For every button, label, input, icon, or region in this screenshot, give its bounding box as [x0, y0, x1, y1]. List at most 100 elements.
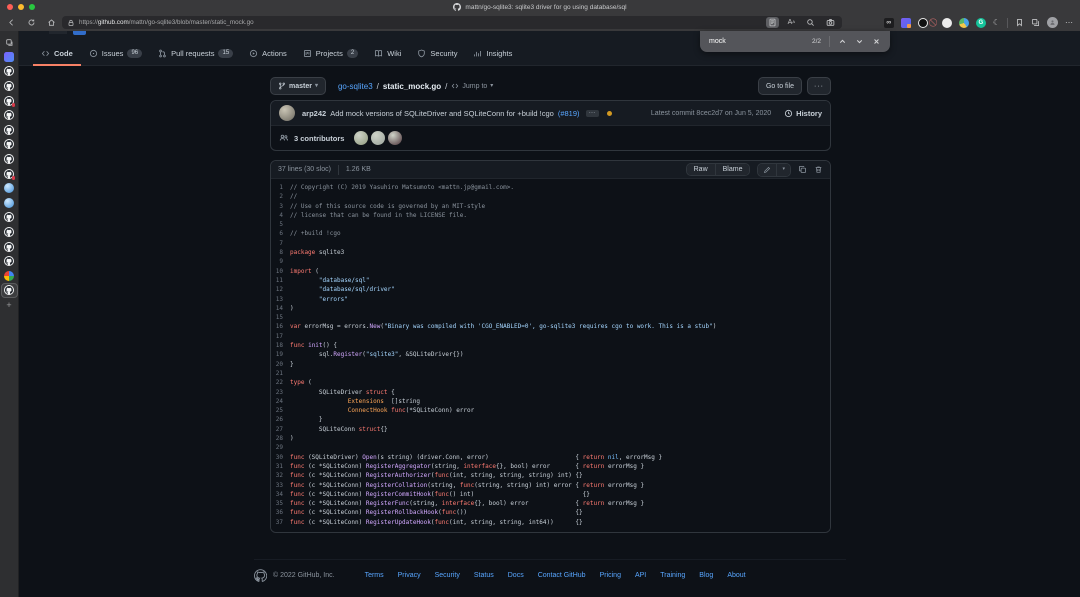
line-number[interactable]: 24 [271, 397, 290, 406]
tab-favicon-github[interactable] [1, 283, 18, 298]
line-number[interactable]: 16 [271, 322, 290, 331]
commit-message[interactable]: Add mock versions of SQLiteDriver and SQ… [330, 109, 554, 118]
find-bar[interactable]: mock 2/2 [700, 31, 890, 52]
white-circle-ext-icon[interactable] [942, 18, 952, 28]
find-previous-button[interactable] [838, 37, 847, 46]
line-number[interactable]: 23 [271, 388, 290, 397]
go-to-file-button[interactable]: Go to file [758, 77, 802, 95]
line-number[interactable]: 4 [271, 211, 290, 220]
reload-icon[interactable] [25, 17, 38, 28]
breadcrumb-repo-link[interactable]: go-sqlite3 [338, 82, 373, 91]
tab-security[interactable]: Security [409, 44, 465, 66]
copy-raw-button[interactable] [798, 165, 807, 174]
line-number[interactable]: 31 [271, 462, 290, 471]
line-number[interactable]: 7 [271, 239, 290, 248]
tab-favicon-github[interactable] [1, 152, 18, 167]
edit-pencil-button[interactable] [758, 164, 776, 176]
tab-favicon-github[interactable] [1, 210, 18, 225]
tab-favicon-purple-app[interactable] [1, 50, 18, 65]
line-number[interactable]: 15 [271, 313, 290, 322]
footer-link-blog[interactable]: Blog [699, 572, 713, 579]
line-number[interactable]: 34 [271, 490, 290, 499]
tab-favicon-blue-doc[interactable] [1, 181, 18, 196]
url-bar[interactable]: https://github.com/mattn/go-sqlite3/blob… [62, 16, 842, 29]
tab-favicon-github[interactable] [1, 137, 18, 152]
contributor-avatar[interactable] [388, 131, 402, 145]
line-number[interactable]: 13 [271, 295, 290, 304]
weather-ext-icon[interactable] [959, 18, 969, 28]
contributors-link[interactable]: 3 contributors [294, 134, 344, 143]
tab-projects[interactable]: Projects2 [295, 44, 366, 66]
tab-favicon-github[interactable] [1, 166, 18, 181]
more-options-button[interactable]: ··· [807, 77, 831, 95]
tab-favicon-github[interactable] [1, 239, 18, 254]
profile-avatar[interactable] [1047, 17, 1058, 28]
contributor-avatar[interactable] [354, 131, 368, 145]
tab-issues[interactable]: Issues96 [81, 44, 150, 66]
dark-mode-icon[interactable]: ☾ [993, 18, 1000, 27]
dark-circle-ext-icon[interactable] [918, 18, 928, 28]
tab-favicon-github[interactable] [1, 108, 18, 123]
line-number[interactable]: 26 [271, 415, 290, 424]
find-in-page-icon[interactable] [766, 17, 779, 28]
jump-to-button[interactable]: Jump to ▾ [451, 82, 493, 90]
line-number[interactable]: 10 [271, 267, 290, 276]
close-window-button[interactable] [7, 4, 13, 10]
tab-wiki[interactable]: Wiki [366, 44, 409, 66]
contributor-avatar[interactable] [371, 131, 385, 145]
line-number[interactable]: 6 [271, 229, 290, 238]
back-icon[interactable] [5, 17, 18, 28]
line-number[interactable]: 28 [271, 434, 290, 443]
find-close-button[interactable] [872, 37, 881, 46]
line-number[interactable]: 2 [271, 192, 290, 201]
collections-icon[interactable] [1031, 18, 1040, 27]
fullscreen-window-button[interactable] [29, 4, 35, 10]
raw-button[interactable]: Raw [687, 164, 715, 175]
bookmark-icon[interactable] [1015, 18, 1024, 27]
tab-actions[interactable]: Actions [241, 44, 295, 66]
tab-insights[interactable]: Insights [465, 44, 520, 66]
footer-link-docs[interactable]: Docs [508, 572, 524, 579]
line-number[interactable]: 30 [271, 453, 290, 462]
line-number[interactable]: 1 [271, 183, 290, 192]
grammarly-ext-icon[interactable]: G [976, 18, 986, 28]
footer-link-pricing[interactable]: Pricing [600, 572, 621, 579]
tab-code[interactable]: Code [33, 44, 81, 66]
footer-link-security[interactable]: Security [435, 572, 460, 579]
tab-favicon-github[interactable] [1, 79, 18, 94]
tab-favicon-github[interactable] [1, 225, 18, 240]
line-number[interactable]: 3 [271, 202, 290, 211]
tab-pull-requests[interactable]: Pull requests15 [150, 44, 241, 66]
zoom-icon[interactable] [804, 17, 817, 28]
delete-file-button[interactable] [814, 165, 823, 174]
tab-favicon-google[interactable] [1, 269, 18, 284]
line-number[interactable]: 35 [271, 499, 290, 508]
footer-link-contact-github[interactable]: Contact GitHub [538, 572, 586, 579]
blame-button[interactable]: Blame [715, 164, 750, 175]
tab-favicon-github[interactable] [1, 64, 18, 79]
branch-selector-button[interactable]: master ▾ [270, 77, 326, 95]
footer-link-training[interactable]: Training [660, 572, 685, 579]
line-number[interactable]: 27 [271, 425, 290, 434]
tab-favicon-github[interactable] [1, 254, 18, 269]
find-next-button[interactable] [855, 37, 864, 46]
new-tab-button[interactable]: + [1, 298, 18, 313]
line-number[interactable]: 11 [271, 276, 290, 285]
tab-favicon-blue-doc[interactable] [1, 196, 18, 211]
line-number[interactable]: 12 [271, 285, 290, 294]
line-number[interactable]: 25 [271, 406, 290, 415]
line-number[interactable]: 18 [271, 341, 290, 350]
find-input[interactable]: mock [709, 38, 804, 45]
commit-expand-button[interactable]: … [586, 110, 599, 117]
minimize-window-button[interactable] [18, 4, 24, 10]
line-number[interactable]: 37 [271, 518, 290, 527]
footer-link-privacy[interactable]: Privacy [398, 572, 421, 579]
screenshot-icon[interactable] [824, 17, 837, 28]
tab-favicon-github[interactable] [1, 93, 18, 108]
commit-author[interactable]: arp242 [302, 109, 326, 118]
line-number[interactable]: 9 [271, 257, 290, 266]
tab-favicon-github[interactable] [1, 123, 18, 138]
overflow-menu-icon[interactable]: ⋯ [1065, 18, 1074, 27]
line-number[interactable]: 21 [271, 369, 290, 378]
cast-ext-icon[interactable]: ∞ [884, 18, 894, 28]
